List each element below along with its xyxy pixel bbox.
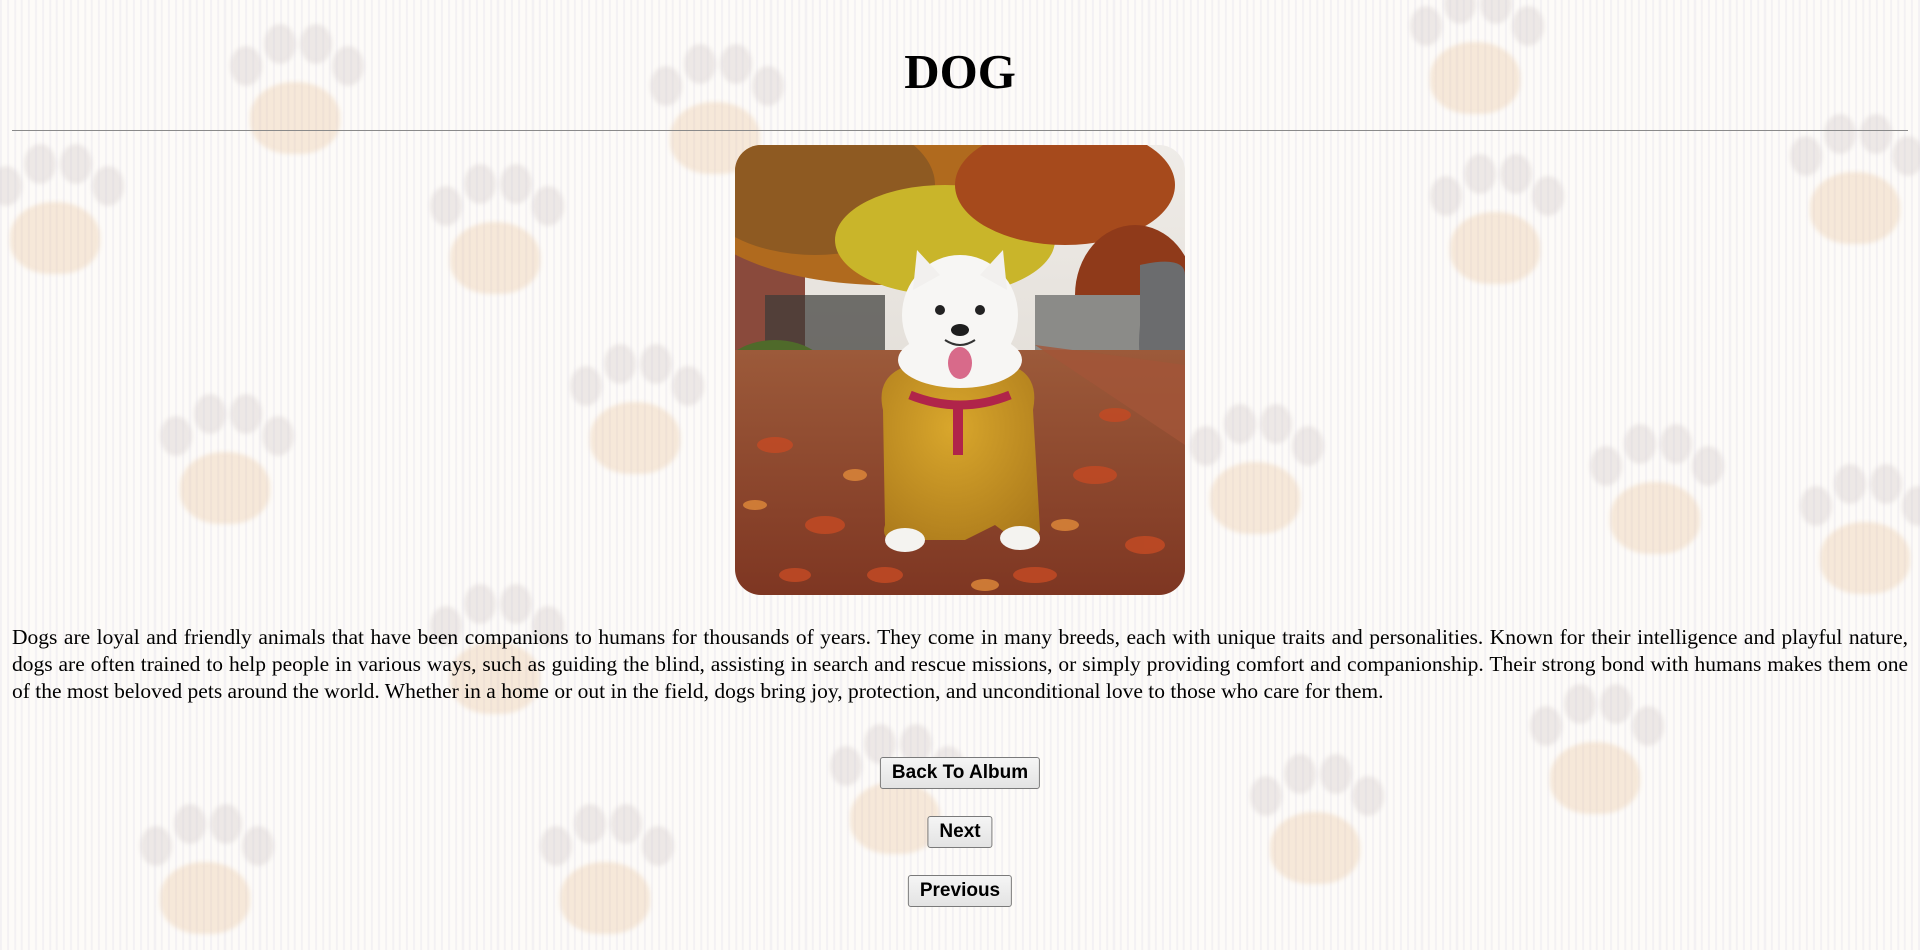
divider — [12, 130, 1908, 131]
page-title: DOG — [904, 44, 1016, 99]
previous-button[interactable]: Previous — [907, 875, 1013, 907]
paw-print-icon — [1780, 110, 1920, 260]
paw-print-icon — [0, 140, 130, 290]
paw-print-icon — [1180, 400, 1330, 550]
dog-photo — [735, 145, 1185, 595]
paw-print-icon — [530, 800, 680, 950]
paw-print-icon — [1420, 150, 1570, 300]
dog-description: Dogs are loyal and friendly animals that… — [12, 625, 1908, 703]
back-to-album-button[interactable]: Back To Album — [879, 757, 1041, 789]
paw-print-icon — [130, 800, 280, 950]
paw-print-icon — [1580, 420, 1730, 570]
paw-print-icon — [150, 390, 300, 540]
paw-print-icon — [420, 160, 570, 310]
paw-print-icon — [560, 340, 710, 490]
paw-print-icon — [1790, 460, 1920, 610]
next-button[interactable]: Next — [927, 816, 993, 848]
paw-print-icon — [1240, 750, 1390, 900]
